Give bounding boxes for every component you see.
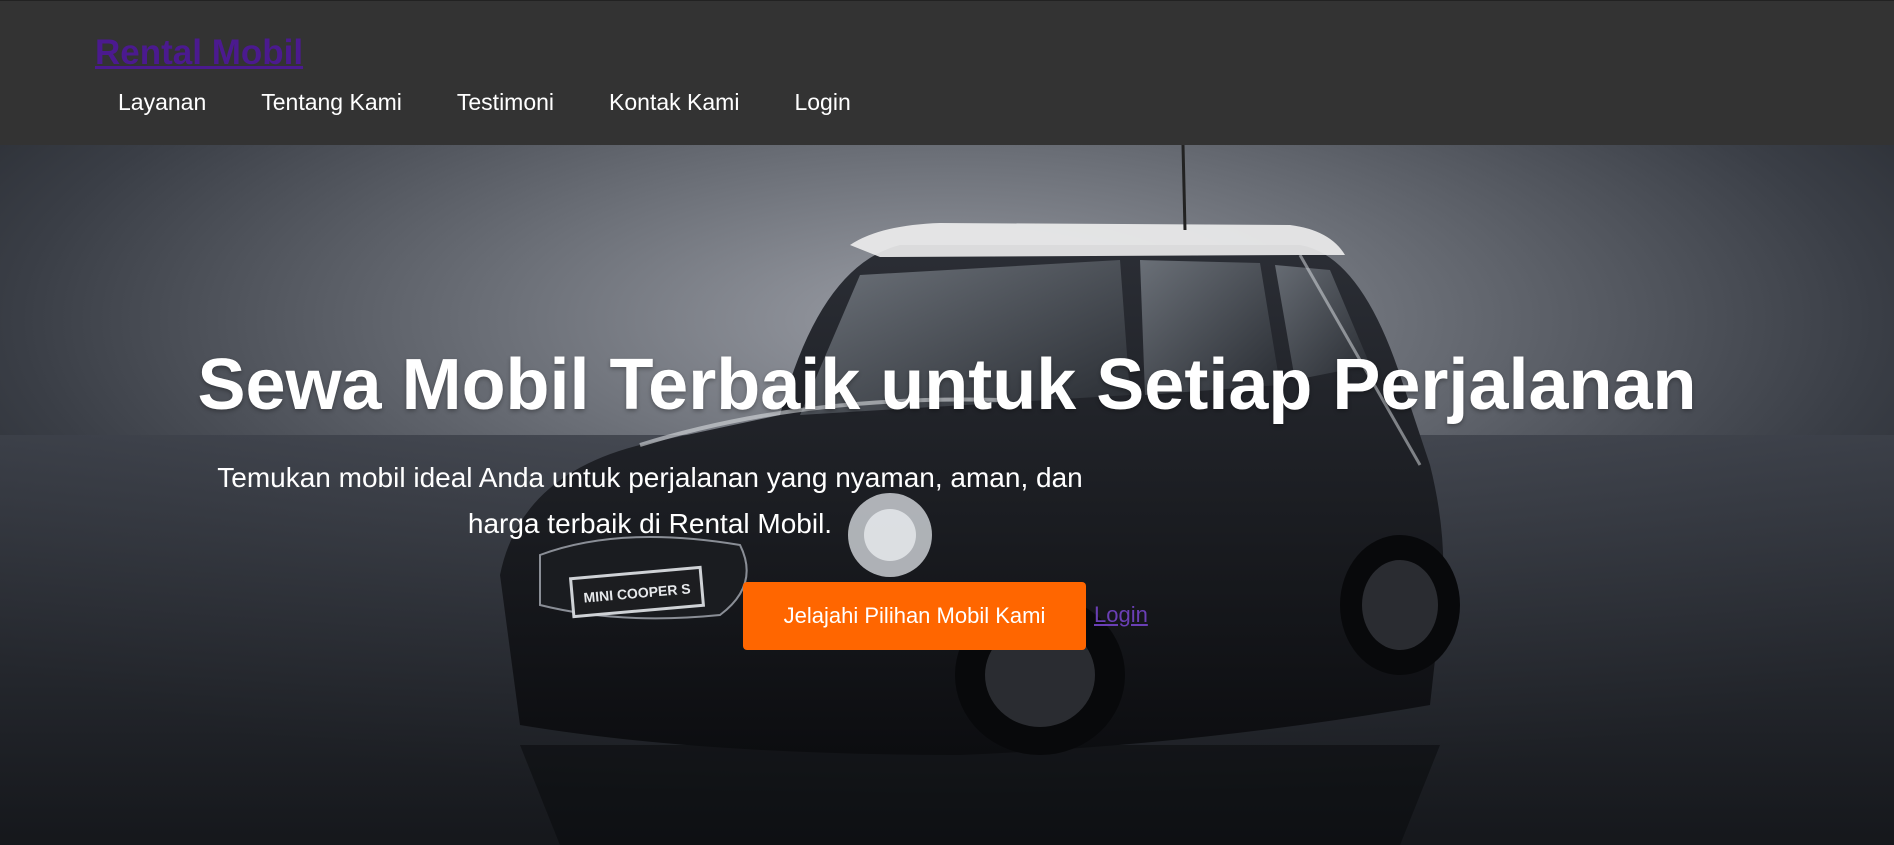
hero-subtitle: Temukan mobil ideal Anda untuk perjalana… xyxy=(217,462,1083,539)
explore-cars-button[interactable]: Jelajahi Pilihan Mobil Kami xyxy=(743,582,1086,650)
nav-item-kontak-kami[interactable]: Kontak Kami xyxy=(609,87,739,117)
site-header: Rental Mobil Layanan Tentang Kami Testim… xyxy=(0,0,1894,145)
nav-item-tentang-kami[interactable]: Tentang Kami xyxy=(261,87,402,117)
brand-link[interactable]: Rental Mobil xyxy=(95,33,303,73)
nav-item-login[interactable]: Login xyxy=(794,87,850,117)
main-nav: Layanan Tentang Kami Testimoni Kontak Ka… xyxy=(118,87,906,117)
hero-section: MINI COOPER S Sewa Mobil Terbaik untuk S… xyxy=(0,145,1894,845)
hero-title: Sewa Mobil Terbaik untuk Setiap Perjalan… xyxy=(197,345,1697,425)
nav-item-testimoni[interactable]: Testimoni xyxy=(457,87,554,117)
nav-item-layanan[interactable]: Layanan xyxy=(118,87,206,117)
hero-login-link[interactable]: Login xyxy=(1094,600,1148,630)
